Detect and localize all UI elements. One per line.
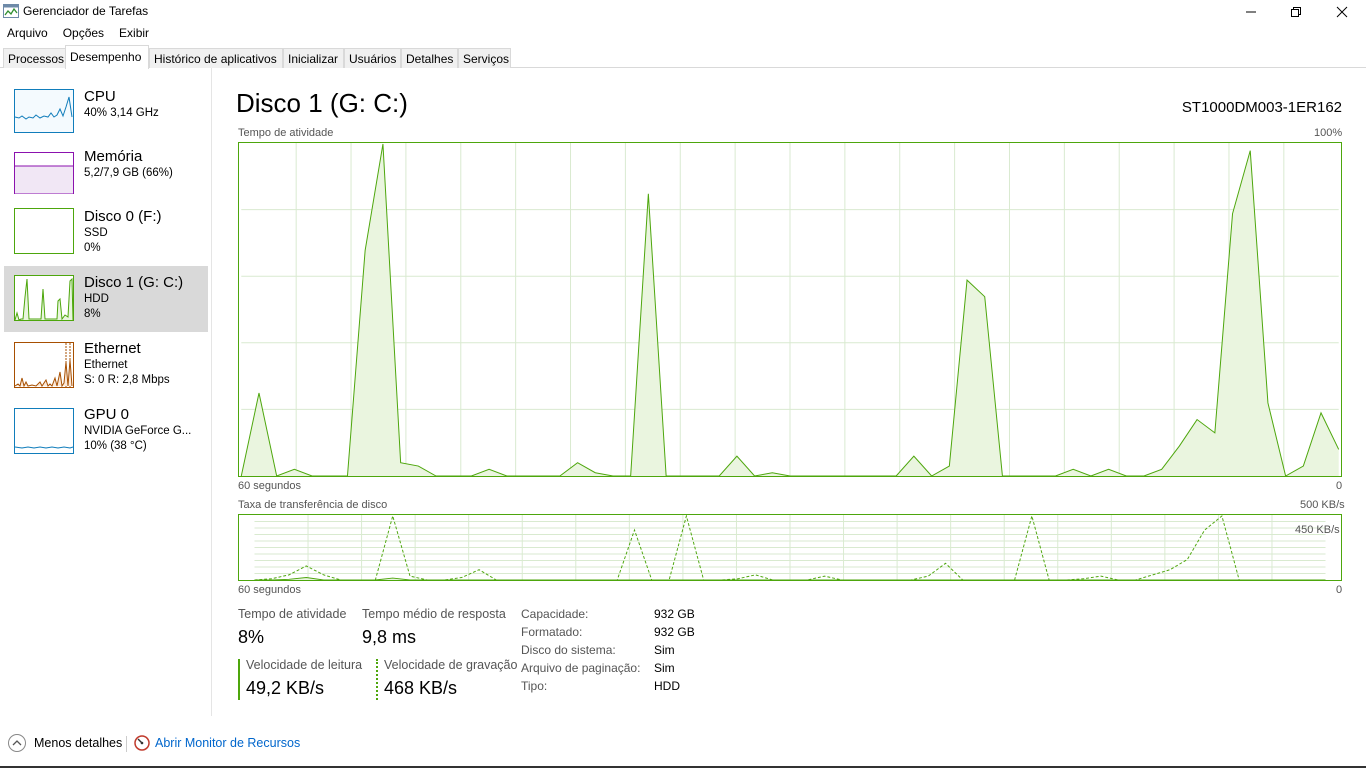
ethernet-thumbnail [14, 342, 74, 388]
stat-write-value: 468 KB/s [384, 678, 458, 698]
info-value-system-disk: Sim [654, 643, 675, 657]
disk0-thumbnail [14, 208, 74, 254]
write-legend-bar [376, 659, 378, 700]
stat-read-value: 49,2 KB/s [246, 678, 325, 698]
resource-monitor-icon[interactable] [134, 735, 150, 751]
disk0-type: SSD [84, 227, 108, 239]
disk1-type: HDD [84, 293, 109, 305]
close-button[interactable] [1319, 0, 1365, 24]
memory-detail: 5,2/7,9 GB (66%) [84, 167, 173, 179]
cpu-title: CPU [84, 88, 116, 105]
title-bar: Gerenciador de Tarefas [0, 0, 1366, 24]
sidebar-item-ethernet[interactable]: Ethernet Ethernet S: 0 R: 2,8 Mbps [4, 336, 208, 402]
sidebar-item-disco1[interactable]: Disco 1 (G: C:) HDD 8% [4, 266, 208, 332]
sidebar: CPU 40% 3,14 GHz Memória 5,2/7,9 GB (66%… [0, 68, 212, 716]
info-label-type: Tipo: [521, 679, 548, 693]
activity-chart [238, 142, 1342, 477]
ethernet-throughput: S: 0 R: 2,8 Mbps [84, 374, 170, 386]
tab-historico[interactable]: Histórico de aplicativos [149, 48, 283, 68]
disk0-usage: 0% [84, 242, 101, 254]
stat-activity-value: 8% [238, 627, 265, 647]
info-value-pagefile: Sim [654, 661, 675, 675]
info-label-system-disk: Disco do sistema: [521, 643, 616, 657]
menu-opcoes[interactable]: Opções [56, 24, 112, 44]
task-manager-icon [3, 4, 19, 18]
stat-activity-label: Tempo de atividade [238, 607, 347, 621]
restore-button[interactable] [1273, 0, 1319, 24]
gpu-usage: 10% (38 °C) [84, 440, 147, 452]
tab-detalhes[interactable]: Detalhes [401, 48, 458, 68]
tab-inicializar[interactable]: Inicializar [283, 48, 344, 68]
transfer-min-label: 0 [1336, 584, 1343, 596]
transfer-chart-inner-label: 450 KB/s [1295, 524, 1340, 536]
activity-min-label: 0 [1336, 480, 1343, 492]
tab-strip: Processos Desempenho Histórico de aplica… [0, 44, 1366, 69]
memory-title: Memória [84, 148, 143, 165]
stat-response-label: Tempo médio de resposta [362, 607, 506, 621]
menu-bar: Arquivo Opções Exibir [0, 24, 157, 44]
activity-time-label: 60 segundos [238, 480, 301, 492]
info-value-capacity: 932 GB [654, 607, 695, 621]
device-model: ST1000DM003-1ER162 [1181, 99, 1342, 116]
disk0-title: Disco 0 (F:) [84, 208, 162, 225]
fewer-details-button[interactable]: Menos detalhes [34, 736, 122, 750]
close-icon [1336, 6, 1348, 18]
stat-write-label: Velocidade de gravação [384, 658, 518, 672]
minimize-icon [1246, 11, 1256, 13]
stat-read-label: Velocidade de leitura [246, 658, 363, 672]
cpu-detail: 40% 3,14 GHz [84, 107, 159, 119]
sidebar-item-disco0[interactable]: Disco 0 (F:) SSD 0% [4, 204, 208, 270]
info-value-type: HDD [654, 679, 680, 693]
footer-divider [126, 736, 127, 752]
tab-desempenho[interactable]: Desempenho [65, 45, 149, 69]
minimize-button[interactable] [1228, 0, 1274, 24]
transfer-chart-max: 500 KB/s [1300, 499, 1345, 511]
menu-arquivo[interactable]: Arquivo [0, 24, 56, 44]
disk1-title: Disco 1 (G: C:) [84, 274, 184, 291]
gpu-title: GPU 0 [84, 406, 130, 423]
sidebar-item-memoria[interactable]: Memória 5,2/7,9 GB (66%) [4, 146, 208, 212]
info-label-capacity: Capacidade: [521, 607, 589, 621]
sidebar-item-cpu[interactable]: CPU 40% 3,14 GHz [4, 86, 208, 152]
chevron-up-icon[interactable] [8, 734, 26, 752]
cpu-thumbnail [14, 88, 74, 134]
gpu-thumbnail [14, 408, 74, 454]
sidebar-item-gpu[interactable]: GPU 0 NVIDIA GeForce G... 10% (38 °C) [4, 402, 208, 468]
ethernet-title: Ethernet [84, 340, 141, 357]
stat-response-value: 9,8 ms [362, 627, 417, 647]
gpu-name: NVIDIA GeForce G... [84, 425, 192, 437]
activity-chart-label: Tempo de atividade [238, 127, 334, 139]
info-label-formatted: Formatado: [521, 625, 583, 639]
tab-servicos[interactable]: Serviços [458, 48, 511, 68]
disk1-usage: 8% [84, 308, 101, 320]
activity-chart-max: 100% [1314, 127, 1343, 139]
transfer-chart [238, 514, 1342, 581]
tab-usuarios[interactable]: Usuários [344, 48, 401, 68]
page-title: Disco 1 (G: C:) [236, 88, 408, 118]
read-legend-bar [238, 659, 240, 700]
transfer-time-label: 60 segundos [238, 584, 301, 596]
open-resource-monitor-link[interactable]: Abrir Monitor de Recursos [155, 736, 300, 750]
memory-thumbnail [14, 150, 74, 196]
disk1-thumbnail [14, 275, 74, 321]
transfer-chart-label: Taxa de transferência de disco [238, 499, 388, 511]
info-value-formatted: 932 GB [654, 625, 695, 639]
info-label-pagefile: Arquivo de paginação: [521, 661, 641, 675]
tab-processos[interactable]: Processos [3, 48, 66, 68]
restore-icon [1291, 7, 1301, 17]
window-title: Gerenciador de Tarefas [23, 4, 149, 18]
menu-exibir[interactable]: Exibir [112, 24, 157, 44]
ethernet-name: Ethernet [84, 359, 128, 371]
footer: Menos detalhes Abrir Monitor de Recursos [0, 728, 1366, 760]
